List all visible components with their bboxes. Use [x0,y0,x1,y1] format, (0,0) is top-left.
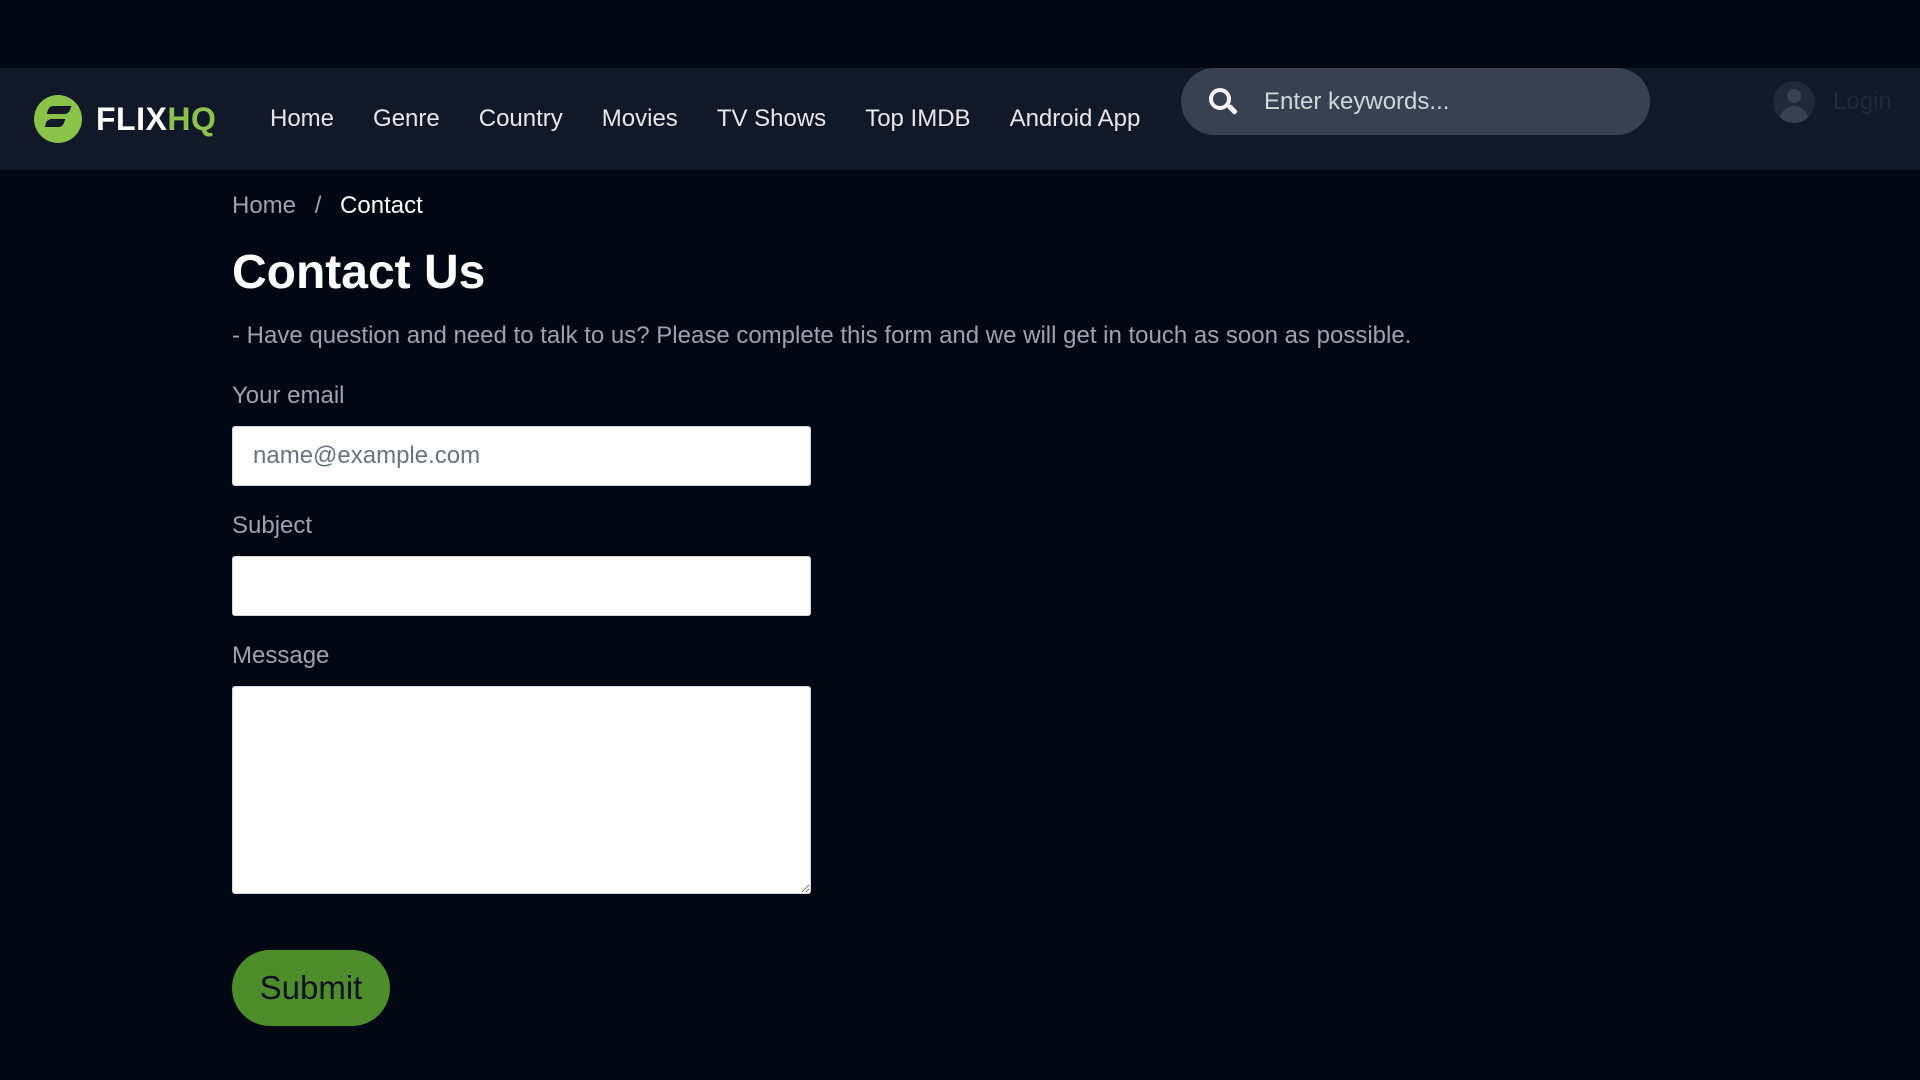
nav-top-imdb[interactable]: Top IMDB [865,105,970,133]
avatar-body [1780,105,1808,123]
subject-label: Subject [232,512,313,539]
nav-country[interactable]: Country [479,105,563,133]
site-header: FLIXHQ Home Genre Country Movies TV Show… [0,68,1920,170]
logo-text-flix: FLIX [96,101,168,137]
nav-movies[interactable]: Movies [602,105,678,133]
page-title: Contact Us [232,246,486,299]
logo-wordmark: FLIXHQ [96,103,216,135]
breadcrumb-home[interactable]: Home [232,192,296,219]
email-field[interactable] [232,426,811,486]
submit-button[interactable]: Submit [232,950,390,1026]
page-description: - Have question and need to talk to us? … [232,322,1412,349]
nav-home[interactable]: Home [270,105,334,133]
login-link[interactable]: Login [1773,68,1892,135]
top-band [0,0,1920,68]
logo-text-hq: HQ [167,101,217,137]
search-input[interactable] [1264,87,1624,116]
breadcrumb: Home / Contact [232,192,423,220]
site-logo[interactable]: FLIXHQ [34,78,216,160]
nav-tv-shows[interactable]: TV Shows [717,105,826,133]
login-label: Login [1833,87,1892,115]
logo-icon [34,95,82,143]
avatar-head [1787,88,1801,103]
email-label: Your email [232,382,345,409]
subject-field[interactable] [232,556,811,616]
user-avatar-icon [1773,80,1815,123]
breadcrumb-current: Contact [340,192,423,219]
nav-genre[interactable]: Genre [373,105,440,133]
breadcrumb-separator: / [314,192,322,219]
search-icon[interactable] [1209,87,1238,116]
search-bar [1181,68,1650,135]
message-field[interactable] [232,686,811,894]
message-label: Message [232,642,330,669]
nav-android-app[interactable]: Android App [1010,105,1141,133]
main-nav: Home Genre Country Movies TV Shows Top I… [270,68,1179,170]
search-icon-handle [1227,103,1238,115]
